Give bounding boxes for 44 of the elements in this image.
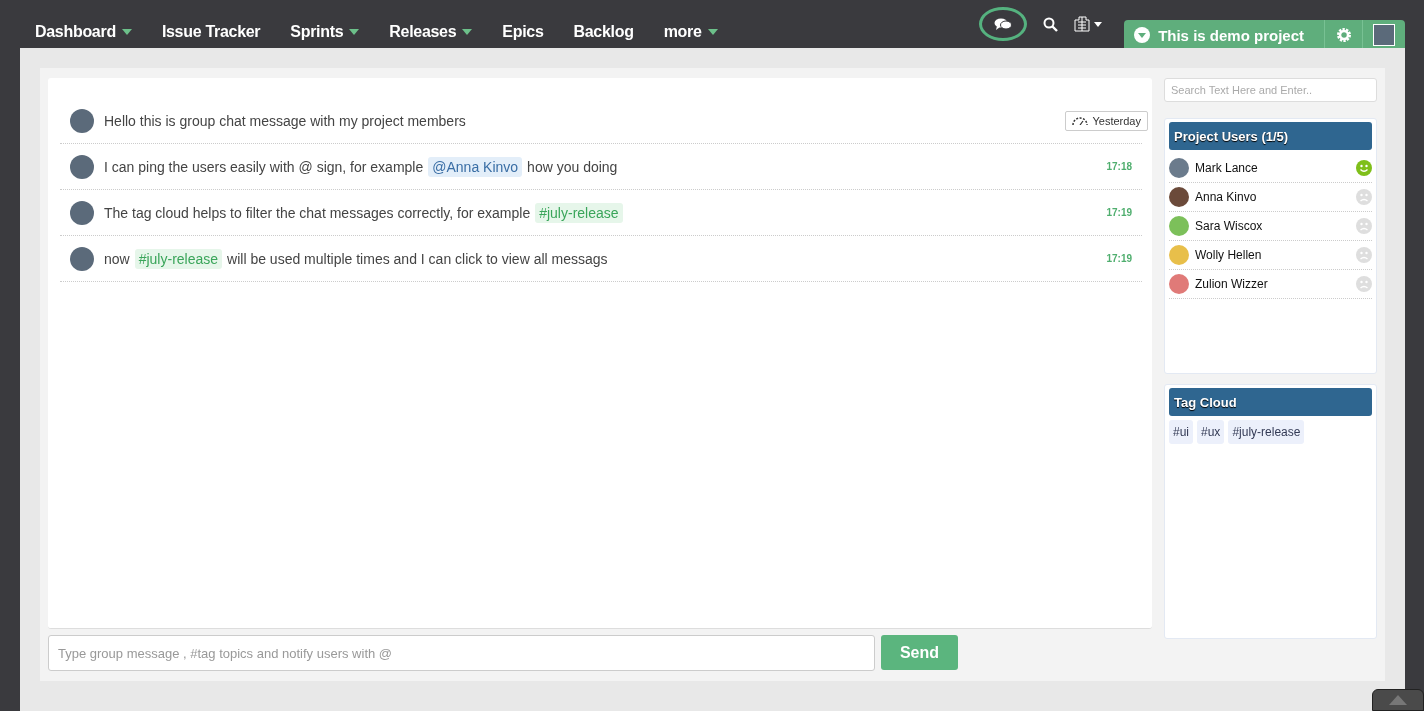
avatar: [70, 154, 94, 179]
avatar: [70, 108, 94, 133]
avatar: [70, 200, 94, 225]
message-time: 17:19: [1106, 207, 1132, 218]
settings-icon: [1335, 27, 1352, 43]
message-text: Hello this is group chat message with my project members: [104, 112, 466, 129]
message-text: I can ping the users easily with @ sign, for example: [104, 158, 424, 175]
message-text: The tag cloud helps to filter the chat messages correctly, for example: [104, 204, 531, 221]
chat-button[interactable]: [979, 7, 1028, 41]
avatar: [70, 246, 94, 271]
user-name[interactable]: Wolly Hellen: [1195, 248, 1350, 262]
tag-chip[interactable]: #july-release: [1228, 420, 1305, 444]
search-field[interactable]: Search Text Here and Enter..: [1164, 78, 1377, 102]
message-time: 17:19: [1106, 253, 1132, 264]
search-icon[interactable]: [1043, 16, 1059, 32]
date-label: Yesterday: [1092, 114, 1141, 127]
chat-icon: [994, 17, 1013, 31]
user-avatar[interactable]: [1373, 24, 1395, 46]
message-text: how you doing: [527, 158, 618, 175]
nav-link[interactable]: Sprints: [275, 23, 375, 41]
building-icon[interactable]: [1074, 16, 1105, 32]
nav-link[interactable]: Dashboard: [20, 23, 147, 41]
message-input[interactable]: Type group message , #tag topics and notify users with @: [48, 635, 875, 671]
user-name[interactable]: Sara Wiscox: [1195, 219, 1350, 233]
user-name[interactable]: Anna Kinvo: [1195, 190, 1350, 204]
panel-title: Tag Cloud: [1169, 388, 1372, 416]
message-time: 17:18: [1106, 161, 1132, 172]
scroll-top-button[interactable]: [1372, 689, 1424, 711]
user-name[interactable]: Zulion Wizzer: [1195, 277, 1350, 291]
tag-chip[interactable]: #ui: [1169, 420, 1193, 444]
message-text: now: [104, 250, 130, 267]
nav-link[interactable]: more: [648, 23, 733, 41]
gauge-icon: [1072, 116, 1089, 125]
nav-link[interactable]: Releases: [374, 23, 488, 41]
triangle-icon: [1389, 695, 1407, 705]
message-text: will be used multiple times and I can click to view all messags: [227, 250, 608, 267]
dropdown-icon: [1134, 27, 1151, 43]
tag-chip[interactable]: #ux: [1197, 420, 1225, 444]
nav-link[interactable]: Epics: [487, 23, 559, 41]
nav-link[interactable]: Backlog: [558, 23, 649, 41]
user-name[interactable]: Mark Lance: [1195, 161, 1350, 175]
user-mention[interactable]: @Anna Kinvo: [428, 156, 523, 177]
nav-link[interactable]: Issue Tracker: [146, 23, 276, 41]
panel-title: Project Users (1/5): [1169, 122, 1372, 150]
